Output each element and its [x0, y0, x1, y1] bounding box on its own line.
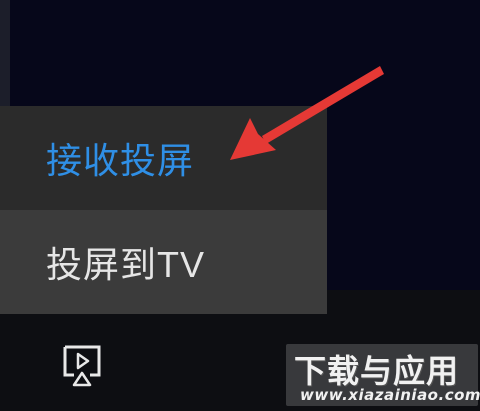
screen-cast-icon[interactable]	[57, 343, 107, 389]
watermark-url: www.xiazainiao.com	[300, 386, 480, 404]
menu-item-cast-to-tv[interactable]: 投屏到TV	[0, 210, 327, 314]
menu-item-cast-to-tv-label: 投屏到TV	[46, 244, 206, 285]
cast-menu: 接收投屏 投屏到TV	[0, 106, 327, 314]
watermark: 下载与应用 www.xiazainiao.com	[286, 344, 480, 406]
screen: 接收投屏 投屏到TV 下载与应用 www.xiazainiao.com	[0, 0, 480, 411]
menu-item-receive-cast[interactable]: 接收投屏	[0, 106, 327, 210]
menu-item-receive-cast-label: 接收投屏	[46, 140, 195, 181]
